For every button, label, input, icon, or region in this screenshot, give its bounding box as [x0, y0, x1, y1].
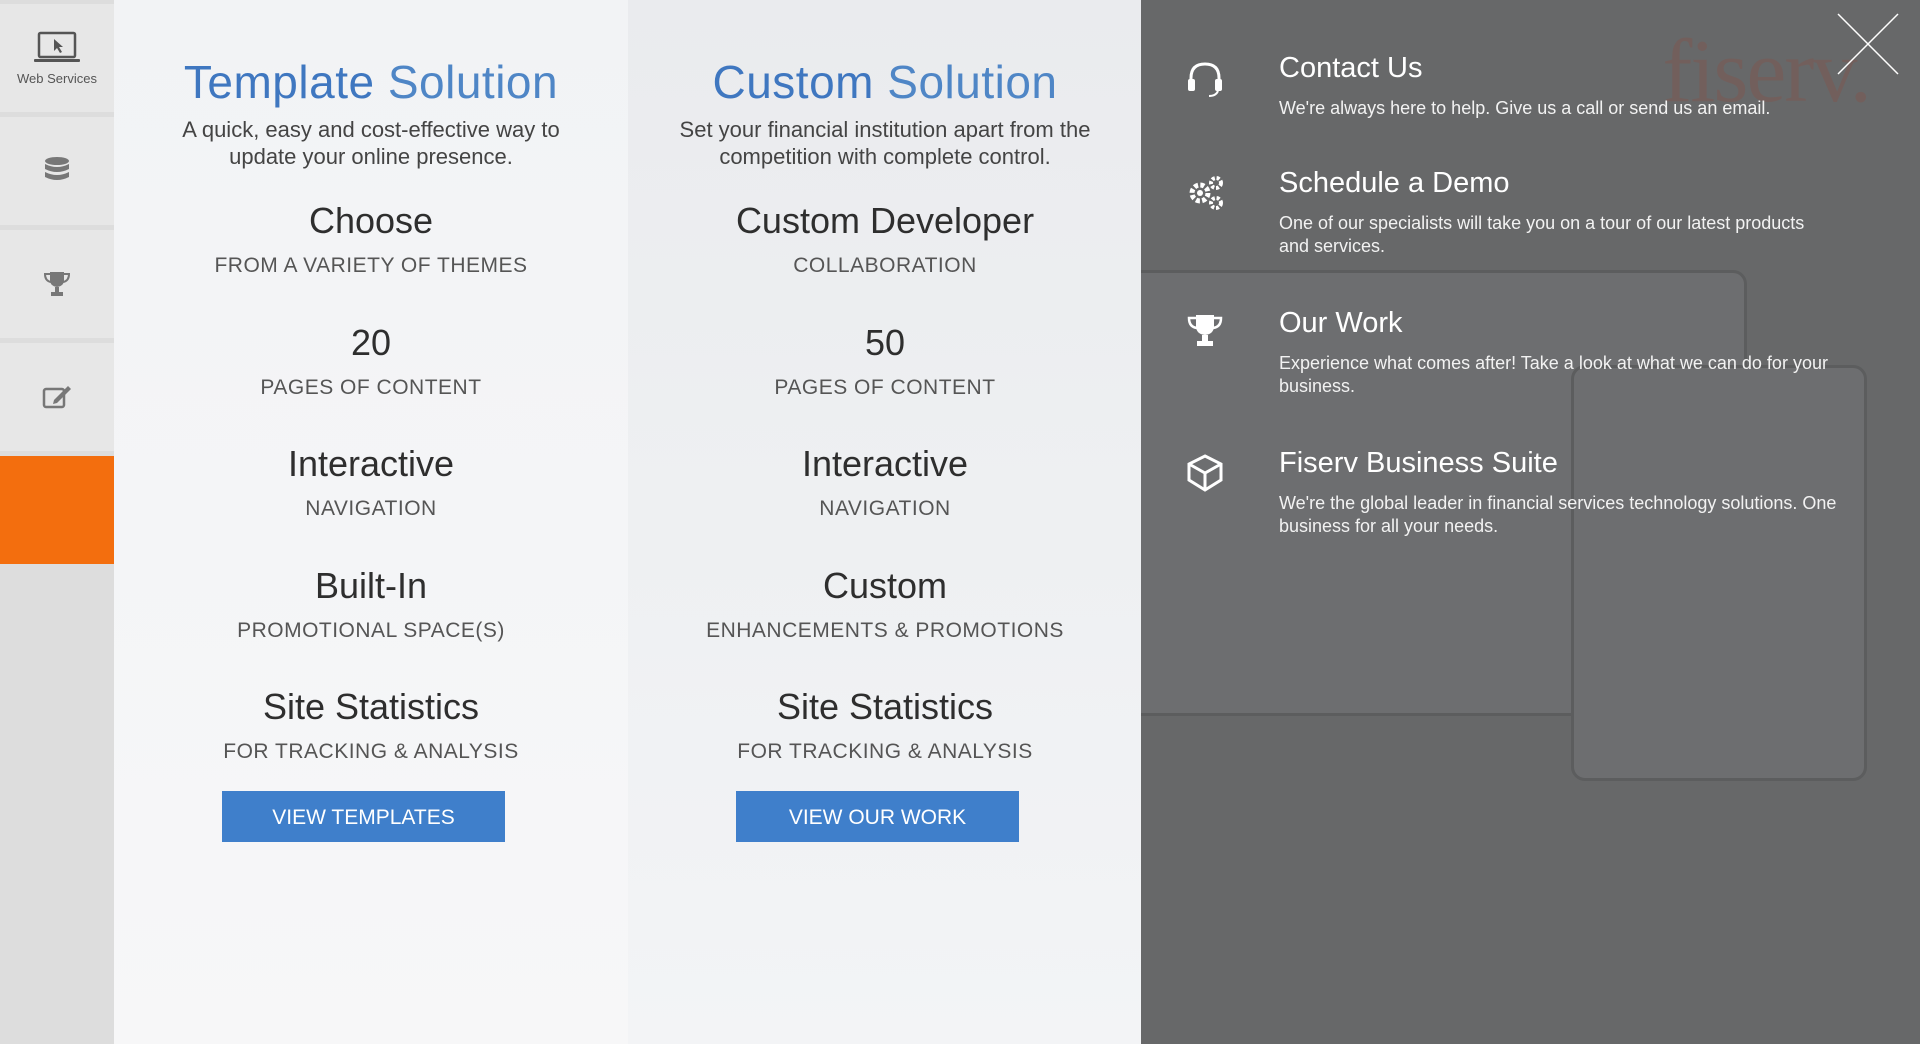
template-solution-column: Template Solution A quick, easy and cost…: [114, 0, 628, 1044]
trophy-icon: [42, 270, 72, 298]
sidebar-item-database[interactable]: [0, 117, 114, 225]
feature-subtitle: ENHANCEMENTS & PROMOTIONS: [706, 619, 1064, 642]
feature-item: 50 PAGES OF CONTENT: [628, 323, 1142, 400]
contact-us-text: We're always here to help. Give us a cal…: [1279, 98, 1771, 118]
feature-item: Site Statistics FOR TRACKING & ANALYSIS: [114, 687, 628, 764]
sidebar-item-active[interactable]: [0, 456, 114, 564]
sidebar-item-web-services[interactable]: Web Services: [0, 4, 114, 112]
gears-icon: [1185, 173, 1225, 213]
fiserv-business-suite-title: Fiserv Business Suite: [1279, 447, 1558, 479]
sidebar-item-edit[interactable]: [0, 343, 114, 451]
view-templates-button[interactable]: VIEW TEMPLATES: [222, 791, 505, 842]
background-tablet-image: [1571, 365, 1867, 781]
feature-title: Custom Developer: [735, 200, 1035, 241]
feature-subtitle: FOR TRACKING & ANALYSIS: [737, 740, 1033, 763]
feature-item: 20 PAGES OF CONTENT: [114, 323, 628, 400]
feature-item: Interactive NAVIGATION: [114, 444, 628, 521]
feature-item: Site Statistics FOR TRACKING & ANALYSIS: [628, 687, 1142, 764]
cube-icon: [1185, 453, 1225, 493]
view-our-work-button[interactable]: VIEW OUR WORK: [736, 791, 1019, 842]
our-work-title: Our Work: [1279, 307, 1403, 339]
feature-item: Built-In PROMOTIONAL SPACE(S): [114, 566, 628, 643]
schedule-demo-title: Schedule a Demo: [1279, 167, 1510, 199]
feature-subtitle: NAVIGATION: [819, 497, 951, 520]
feature-title: Site Statistics: [262, 686, 480, 727]
custom-solution-title: Custom Solution: [712, 56, 1058, 108]
database-icon: [43, 156, 71, 186]
feature-item: Custom ENHANCEMENTS & PROMOTIONS: [628, 566, 1142, 643]
template-solution-title: Template Solution: [183, 56, 559, 108]
feature-title: Site Statistics: [776, 686, 994, 727]
fiserv-business-suite-text: We're the global leader in financial ser…: [1279, 493, 1837, 536]
feature-subtitle: PAGES OF CONTENT: [774, 376, 996, 399]
feature-title: Custom: [822, 565, 948, 606]
sidebar: Web Services: [0, 0, 114, 1044]
close-icon[interactable]: [1836, 12, 1900, 76]
schedule-demo-text: One of our specialists will take you on …: [1279, 213, 1805, 256]
feature-title: Choose: [308, 200, 434, 241]
our-work-text: Experience what comes after! Take a look…: [1279, 353, 1828, 396]
feature-subtitle: COLLABORATION: [793, 254, 977, 277]
contact-us-title: Contact Us: [1279, 52, 1423, 84]
feature-subtitle: FOR TRACKING & ANALYSIS: [223, 740, 519, 763]
right-panel: fiserv. Contact Us We're always here to …: [1141, 0, 1920, 1044]
feature-title: 50: [864, 322, 906, 363]
feature-subtitle: NAVIGATION: [305, 497, 437, 520]
feature-title: Interactive: [287, 443, 455, 484]
custom-solution-description: Set your financial institution apart fro…: [679, 117, 1091, 169]
sidebar-item-trophy[interactable]: [0, 230, 114, 338]
headset-icon: [1185, 58, 1225, 98]
feature-subtitle: FROM A VARIETY OF THEMES: [214, 254, 528, 277]
feature-subtitle: PAGES OF CONTENT: [260, 376, 482, 399]
feature-item: Custom Developer COLLABORATION: [628, 201, 1142, 278]
feature-title: Interactive: [801, 443, 969, 484]
laptop-cursor-icon: [33, 31, 81, 65]
sidebar-item-label: Web Services: [17, 70, 97, 86]
feature-subtitle: PROMOTIONAL SPACE(S): [237, 619, 505, 642]
feature-title: 20: [350, 322, 392, 363]
feature-item: Interactive NAVIGATION: [628, 444, 1142, 521]
template-solution-description: A quick, easy and cost-effective way to …: [182, 117, 560, 169]
feature-item: Choose FROM A VARIETY OF THEMES: [114, 201, 628, 278]
feature-title: Built-In: [314, 565, 428, 606]
edit-icon: [41, 383, 73, 411]
trophy-icon: [1185, 313, 1225, 353]
custom-solution-column: Custom Solution Set your financial insti…: [628, 0, 1142, 1044]
